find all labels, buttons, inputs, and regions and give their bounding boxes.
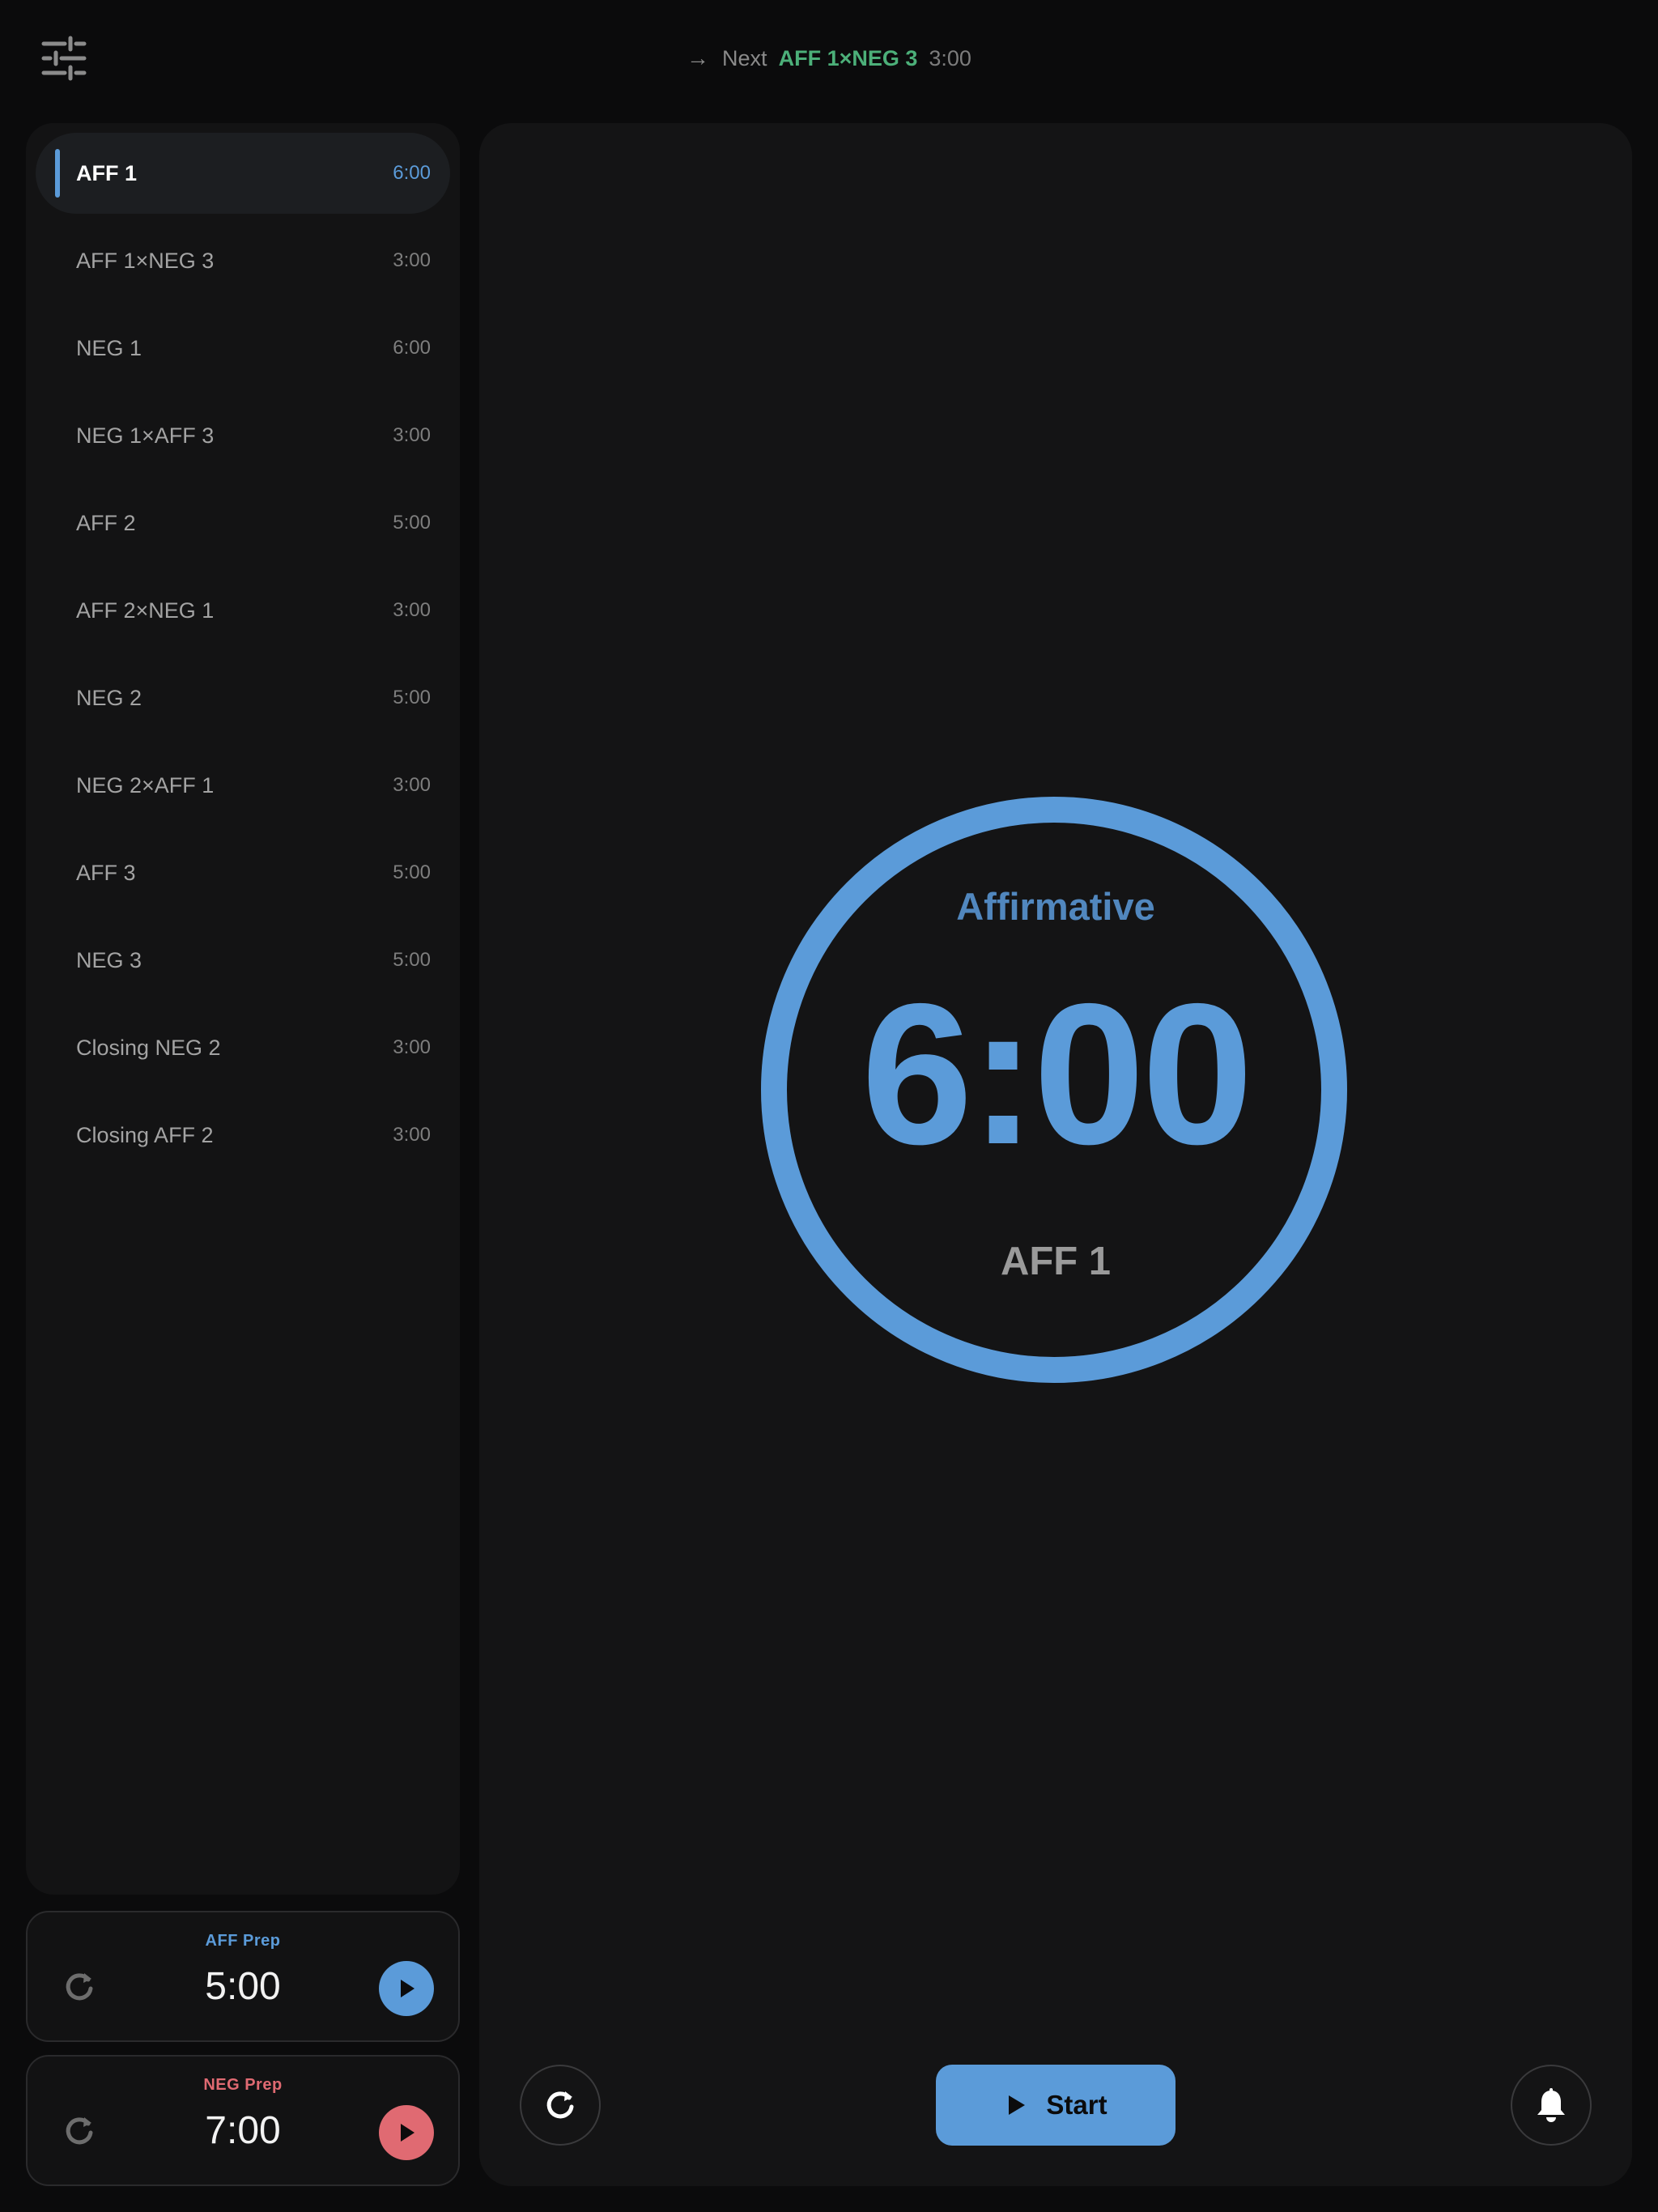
segment-name: AFF 1 (76, 160, 138, 185)
segment-time: 5:00 (393, 861, 431, 883)
start-button[interactable]: Start (936, 2065, 1175, 2146)
segment-item[interactable]: AFF 1×NEG 3 3:00 (36, 220, 450, 301)
segment-name: NEG 1×AFF 3 (76, 423, 215, 448)
segment-time: 3:00 (393, 599, 431, 621)
segment-item[interactable]: Closing AFF 2 3:00 (36, 1095, 450, 1176)
play-icon (1009, 2095, 1026, 2115)
segment-time: 3:00 (393, 424, 431, 446)
refresh-icon (546, 2091, 574, 2119)
segment-name: AFF 1×NEG 3 (76, 248, 215, 273)
segment-name: AFF 2×NEG 1 (76, 598, 215, 623)
segment-time: 3:00 (393, 774, 431, 796)
aff-prep-card: AFF Prep 5:00 (26, 1911, 460, 2042)
arrow-right-icon: → (687, 45, 710, 70)
segment-name: NEG 3 (76, 947, 142, 972)
segment-item[interactable]: NEG 3 5:00 (36, 920, 450, 1001)
bell-button[interactable] (1511, 2065, 1592, 2146)
segment-item[interactable]: NEG 2 5:00 (36, 657, 450, 738)
segment-name: Closing AFF 2 (76, 1122, 214, 1147)
bell-icon (1537, 2088, 1565, 2122)
neg-prep-card: NEG Prep 7:00 (26, 2055, 460, 2186)
segment-item[interactable]: Closing NEG 2 3:00 (36, 1007, 450, 1088)
next-segment-name: AFF 1×NEG 3 (778, 45, 918, 70)
segment-time: 6:00 (393, 162, 431, 184)
neg-prep-play-button[interactable] (379, 2105, 434, 2160)
segment-name: Closing NEG 2 (76, 1035, 221, 1060)
header: → Next AFF 1×NEG 3 3:00 (0, 0, 1658, 117)
play-icon (401, 2124, 414, 2142)
segment-time: 5:00 (393, 949, 431, 971)
play-icon (401, 1980, 414, 1997)
next-label: Next (722, 45, 767, 70)
segment-name: NEG 2 (76, 685, 142, 710)
segment-item[interactable]: NEG 1 6:00 (36, 308, 450, 389)
timer-panel: Affirmative 6:00 AFF 1 Start (479, 123, 1632, 2186)
segment-time: 3:00 (393, 249, 431, 271)
segment-item[interactable]: NEG 2×AFF 1 3:00 (36, 745, 450, 826)
aff-prep-title: AFF Prep (205, 1932, 281, 1950)
segment-item[interactable]: AFF 3 5:00 (36, 832, 450, 913)
segment-list: AFF 1 6:00 AFF 1×NEG 3 3:00 NEG 1 6:00 NEG 1×A… (26, 123, 460, 1176)
next-segment-indicator: → Next AFF 1×NEG 3 3:00 (0, 42, 1658, 74)
segment-time: 5:00 (393, 687, 431, 708)
active-indicator (55, 149, 60, 198)
segment-name: NEG 1 (76, 335, 142, 360)
segment-sidebar: AFF 1 6:00 AFF 1×NEG 3 3:00 NEG 1 6:00 NEG 1×A… (26, 123, 460, 1895)
segment-name: AFF 2 (76, 510, 136, 535)
neg-prep-title: NEG Prep (203, 2076, 283, 2094)
segment-item[interactable]: AFF 2×NEG 1 3:00 (36, 570, 450, 651)
aff-prep-play-button[interactable] (379, 1961, 434, 2016)
current-segment-label: AFF 1 (1000, 1240, 1112, 1283)
segment-time: 3:00 (393, 1124, 431, 1146)
segment-time: 6:00 (393, 337, 431, 359)
segment-time: 5:00 (393, 512, 431, 534)
segment-name: AFF 3 (76, 860, 136, 885)
segment-name: NEG 2×AFF 1 (76, 772, 215, 798)
segment-item[interactable]: NEG 1×AFF 3 3:00 (36, 395, 450, 476)
speaker-side-label: Affirmative (956, 885, 1155, 928)
main-timer-display: 6:00 (861, 961, 1253, 1186)
segment-item[interactable]: AFF 2 5:00 (36, 483, 450, 564)
segment-item[interactable]: AFF 1 6:00 (36, 133, 450, 214)
segment-time: 3:00 (393, 1036, 431, 1058)
start-button-label: Start (1046, 2090, 1107, 2120)
reset-button[interactable] (520, 2065, 601, 2146)
debate-timer-app: → Next AFF 1×NEG 3 3:00 AFF 1 6:00 AFF 1×N… (0, 0, 1658, 2212)
next-segment-time: 3:00 (929, 45, 971, 70)
